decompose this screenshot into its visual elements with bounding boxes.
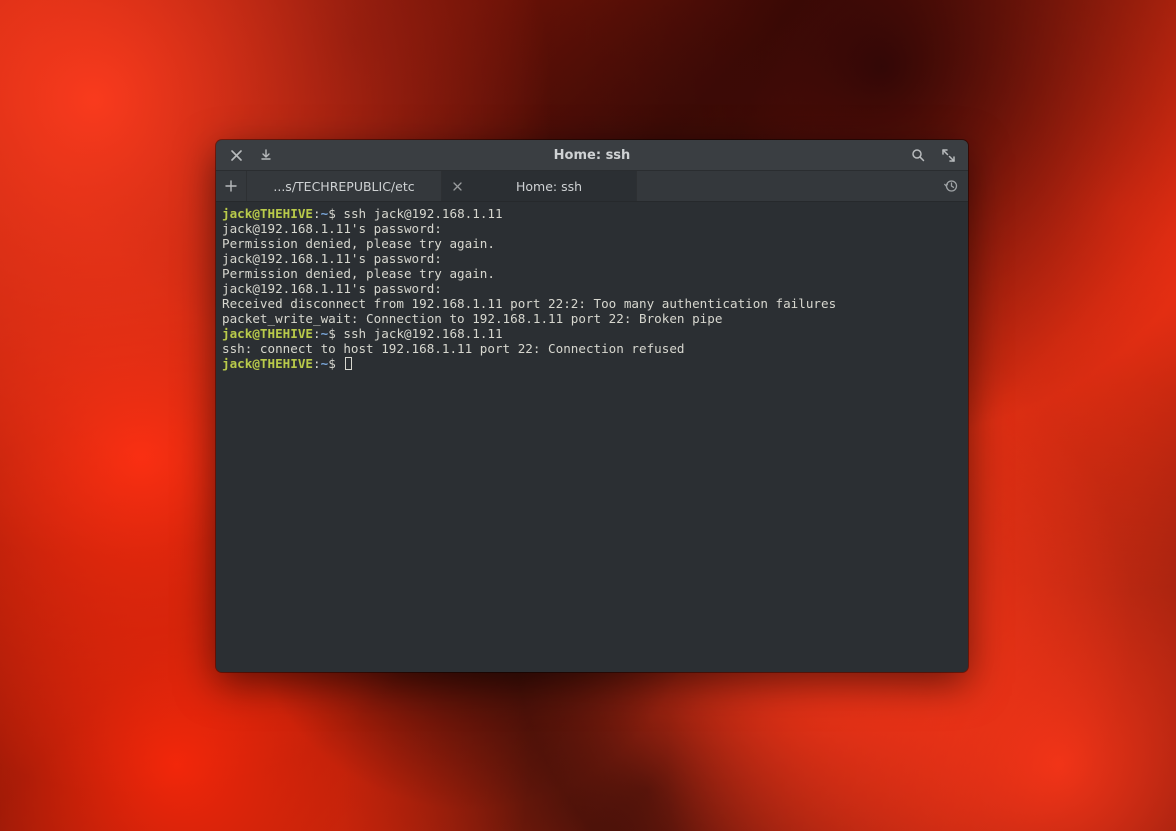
terminal-output[interactable]: jack@THEHIVE:~$ ssh jack@192.168.1.11jac…: [216, 202, 968, 672]
terminal-output-line: packet_write_wait: Connection to 192.168…: [222, 311, 962, 326]
fullscreen-icon[interactable]: [940, 147, 956, 163]
tab-bar: ...s/TECHREPUBLIC/etc Home: ssh: [216, 171, 968, 202]
terminal-cursor: [345, 357, 352, 370]
terminal-command-line: jack@THEHIVE:~$ ssh jack@192.168.1.11: [222, 206, 962, 221]
terminal-output-line: jack@192.168.1.11's password:: [222, 221, 962, 236]
new-tab-button[interactable]: [216, 171, 247, 201]
search-icon[interactable]: [910, 147, 926, 163]
close-icon[interactable]: [228, 147, 244, 163]
history-icon[interactable]: [944, 171, 958, 201]
close-tab-icon[interactable]: [450, 179, 464, 193]
terminal-output-line: jack@192.168.1.11's password:: [222, 281, 962, 296]
window-title: Home: ssh: [286, 148, 898, 163]
tab-techrepublic[interactable]: ...s/TECHREPUBLIC/etc: [247, 171, 442, 201]
terminal-output-line: ssh: connect to host 192.168.1.11 port 2…: [222, 341, 962, 356]
terminal-output-line: Received disconnect from 192.168.1.11 po…: [222, 296, 962, 311]
download-icon[interactable]: [258, 147, 274, 163]
terminal-window: Home: ssh ...s/TECHREPUBLIC/etc: [216, 140, 968, 672]
tab-home-ssh[interactable]: Home: ssh: [442, 171, 637, 201]
terminal-output-line: Permission denied, please try again.: [222, 236, 962, 251]
terminal-output-line: jack@192.168.1.11's password:: [222, 251, 962, 266]
terminal-command-line: jack@THEHIVE:~$: [222, 356, 962, 371]
tab-label: Home: ssh: [470, 179, 628, 194]
terminal-output-line: Permission denied, please try again.: [222, 266, 962, 281]
terminal-command-line: jack@THEHIVE:~$ ssh jack@192.168.1.11: [222, 326, 962, 341]
desktop-wallpaper: Home: ssh ...s/TECHREPUBLIC/etc: [0, 0, 1176, 831]
titlebar[interactable]: Home: ssh: [216, 140, 968, 171]
tab-label: ...s/TECHREPUBLIC/etc: [255, 179, 433, 194]
